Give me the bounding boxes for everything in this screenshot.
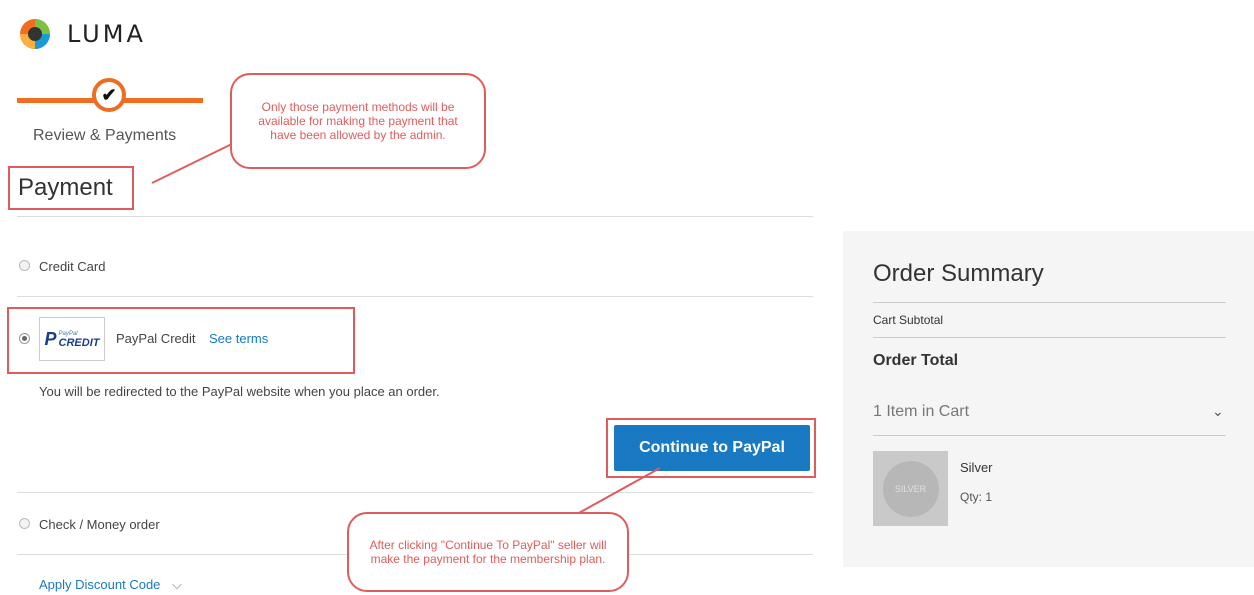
divider xyxy=(873,302,1226,303)
divider xyxy=(873,435,1226,436)
items-in-cart-toggle[interactable]: 1 Item in Cart xyxy=(873,403,969,421)
divider xyxy=(873,337,1226,338)
chevron-down-icon[interactable]: ⌄ xyxy=(1212,403,1224,420)
bottom-annotation-callout: After clicking "Continue To PayPal" sell… xyxy=(347,512,629,592)
order-total-label: Order Total xyxy=(873,352,959,369)
order-summary-title: Order Summary xyxy=(873,260,1044,287)
product-thumbnail: SILVER xyxy=(873,451,948,526)
qty-value: 1 xyxy=(985,490,993,504)
top-annotation-callout: Only those payment methods will be avail… xyxy=(230,73,486,169)
product-name: Silver xyxy=(960,460,993,475)
qty-label: Qty: xyxy=(960,490,983,504)
top-callout-pointer xyxy=(151,139,241,184)
product-qty: Qty: 1 xyxy=(960,490,992,504)
cart-subtotal-label: Cart Subtotal xyxy=(873,313,944,327)
product-thumbnail-text: SILVER xyxy=(882,460,939,517)
